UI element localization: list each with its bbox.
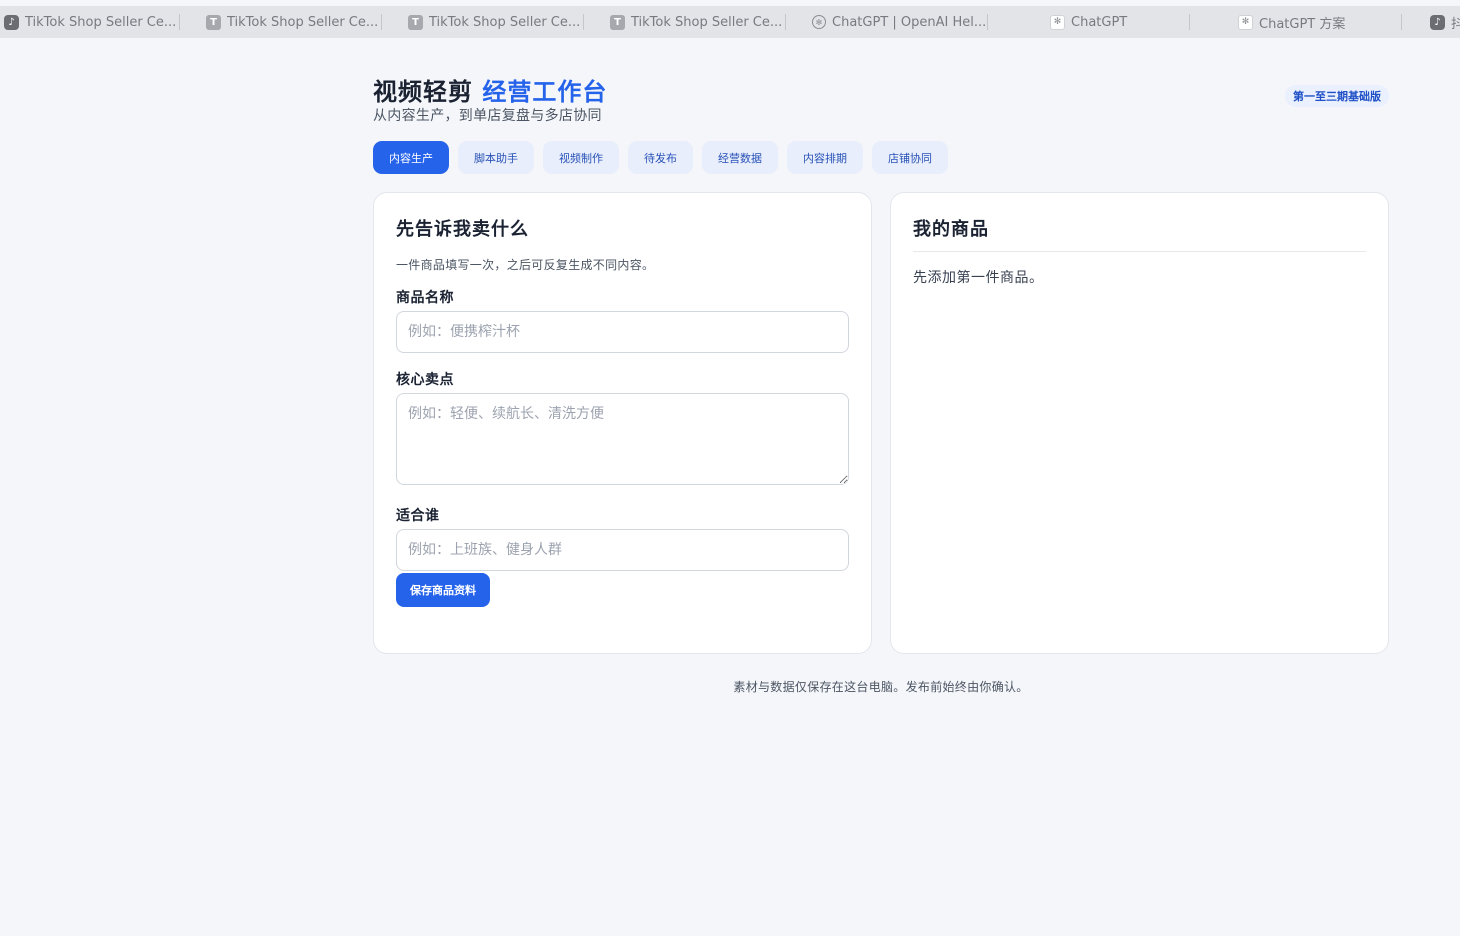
version-badge: 第一至三期基础版 xyxy=(1285,85,1389,107)
browser-tab[interactable]: ♪ 抖音 xyxy=(1402,6,1460,38)
t-letter-icon: T xyxy=(206,14,221,30)
browser-tab-title: ChatGPT | OpenAI Hel... xyxy=(832,14,987,30)
browser-tab-title: TikTok Shop Seller Ce... xyxy=(429,14,581,30)
main-nav-tabs: 内容生产 脚本助手 视频制作 待发布 经营数据 内容排期 店铺协同 xyxy=(373,141,948,174)
product-form-card: 先告诉我卖什么 一件商品填写一次，之后可反复生成不同内容。 商品名称 核心卖点 … xyxy=(373,192,872,654)
my-products-title: 我的商品 xyxy=(913,219,989,240)
save-product-button[interactable]: 保存商品资料 xyxy=(396,573,490,607)
browser-tab-title: TikTok Shop Seller Ce... xyxy=(227,14,379,30)
browser-tab-title: ChatGPT 方案 xyxy=(1259,16,1346,32)
browser-tab[interactable]: ✻ ChatGPT xyxy=(988,6,1190,38)
tab-content-production[interactable]: 内容生产 xyxy=(373,141,449,174)
target-audience-input[interactable] xyxy=(396,529,849,571)
page-subtitle: 从内容生产，到单店复盘与多店协同 xyxy=(373,108,602,124)
tab-script-assistant[interactable]: 脚本助手 xyxy=(458,141,534,174)
t-letter-icon: T xyxy=(408,14,423,30)
browser-tab[interactable]: T TikTok Shop Seller Ce... xyxy=(382,6,584,38)
browser-tab[interactable]: T TikTok Shop Seller Ce... xyxy=(180,6,382,38)
browser-tab-title: TikTok Shop Seller Ce... xyxy=(25,14,177,30)
browser-tab[interactable]: ✻ ChatGPT | OpenAI Hel... xyxy=(786,6,988,38)
page-title-accent: 经营工作台 xyxy=(482,78,608,106)
tab-store-collaboration[interactable]: 店铺协同 xyxy=(872,141,948,174)
page-title: 视频轻剪 经营工作台 xyxy=(373,72,1389,107)
t-letter-icon: T xyxy=(610,14,625,30)
browser-tab[interactable]: T TikTok Shop Seller Ce... xyxy=(584,6,786,38)
browser-tab-title: TikTok Shop Seller Ce... xyxy=(631,14,783,30)
product-name-label: 商品名称 xyxy=(396,290,454,306)
product-name-input[interactable] xyxy=(396,311,849,353)
footer-note: 素材与数据仅保存在这台电脑。发布前始终由你确认。 xyxy=(733,680,1029,694)
tab-video-production[interactable]: 视频制作 xyxy=(543,141,619,174)
product-form-title: 先告诉我卖什么 xyxy=(396,219,529,240)
browser-tab[interactable]: ✻ ChatGPT 方案 xyxy=(1190,6,1402,38)
my-products-divider xyxy=(913,251,1366,252)
browser-tab-title: ChatGPT xyxy=(1071,14,1128,30)
product-form-description: 一件商品填写一次，之后可反复生成不同内容。 xyxy=(396,258,655,272)
browser-tab[interactable]: ♪ TikTok Shop Seller Ce... xyxy=(0,6,180,38)
openai-icon: ✻ xyxy=(812,15,826,29)
page-header: 视频轻剪 经营工作台 从内容生产，到单店复盘与多店协同 第一至三期基础版 xyxy=(373,72,1389,124)
openai-icon: ✻ xyxy=(1050,14,1065,30)
target-audience-label: 适合谁 xyxy=(396,508,440,524)
browser-tab-title: 抖音 xyxy=(1451,16,1460,32)
tab-pending-publish[interactable]: 待发布 xyxy=(628,141,693,174)
my-products-empty-state: 先添加第一件商品。 xyxy=(913,270,1044,286)
tab-business-data[interactable]: 经营数据 xyxy=(702,141,778,174)
tiktok-icon: ♪ xyxy=(4,14,19,30)
openai-icon: ✻ xyxy=(1238,14,1253,30)
selling-points-input[interactable] xyxy=(396,393,849,485)
tab-content-schedule[interactable]: 内容排期 xyxy=(787,141,863,174)
my-products-card: 我的商品 先添加第一件商品。 xyxy=(890,192,1389,654)
browser-tab-strip: ♪ TikTok Shop Seller Ce... T TikTok Shop… xyxy=(0,6,1460,38)
selling-points-label: 核心卖点 xyxy=(396,372,454,388)
page-title-main: 视频轻剪 xyxy=(373,78,473,106)
tiktok-icon: ♪ xyxy=(1430,14,1445,30)
